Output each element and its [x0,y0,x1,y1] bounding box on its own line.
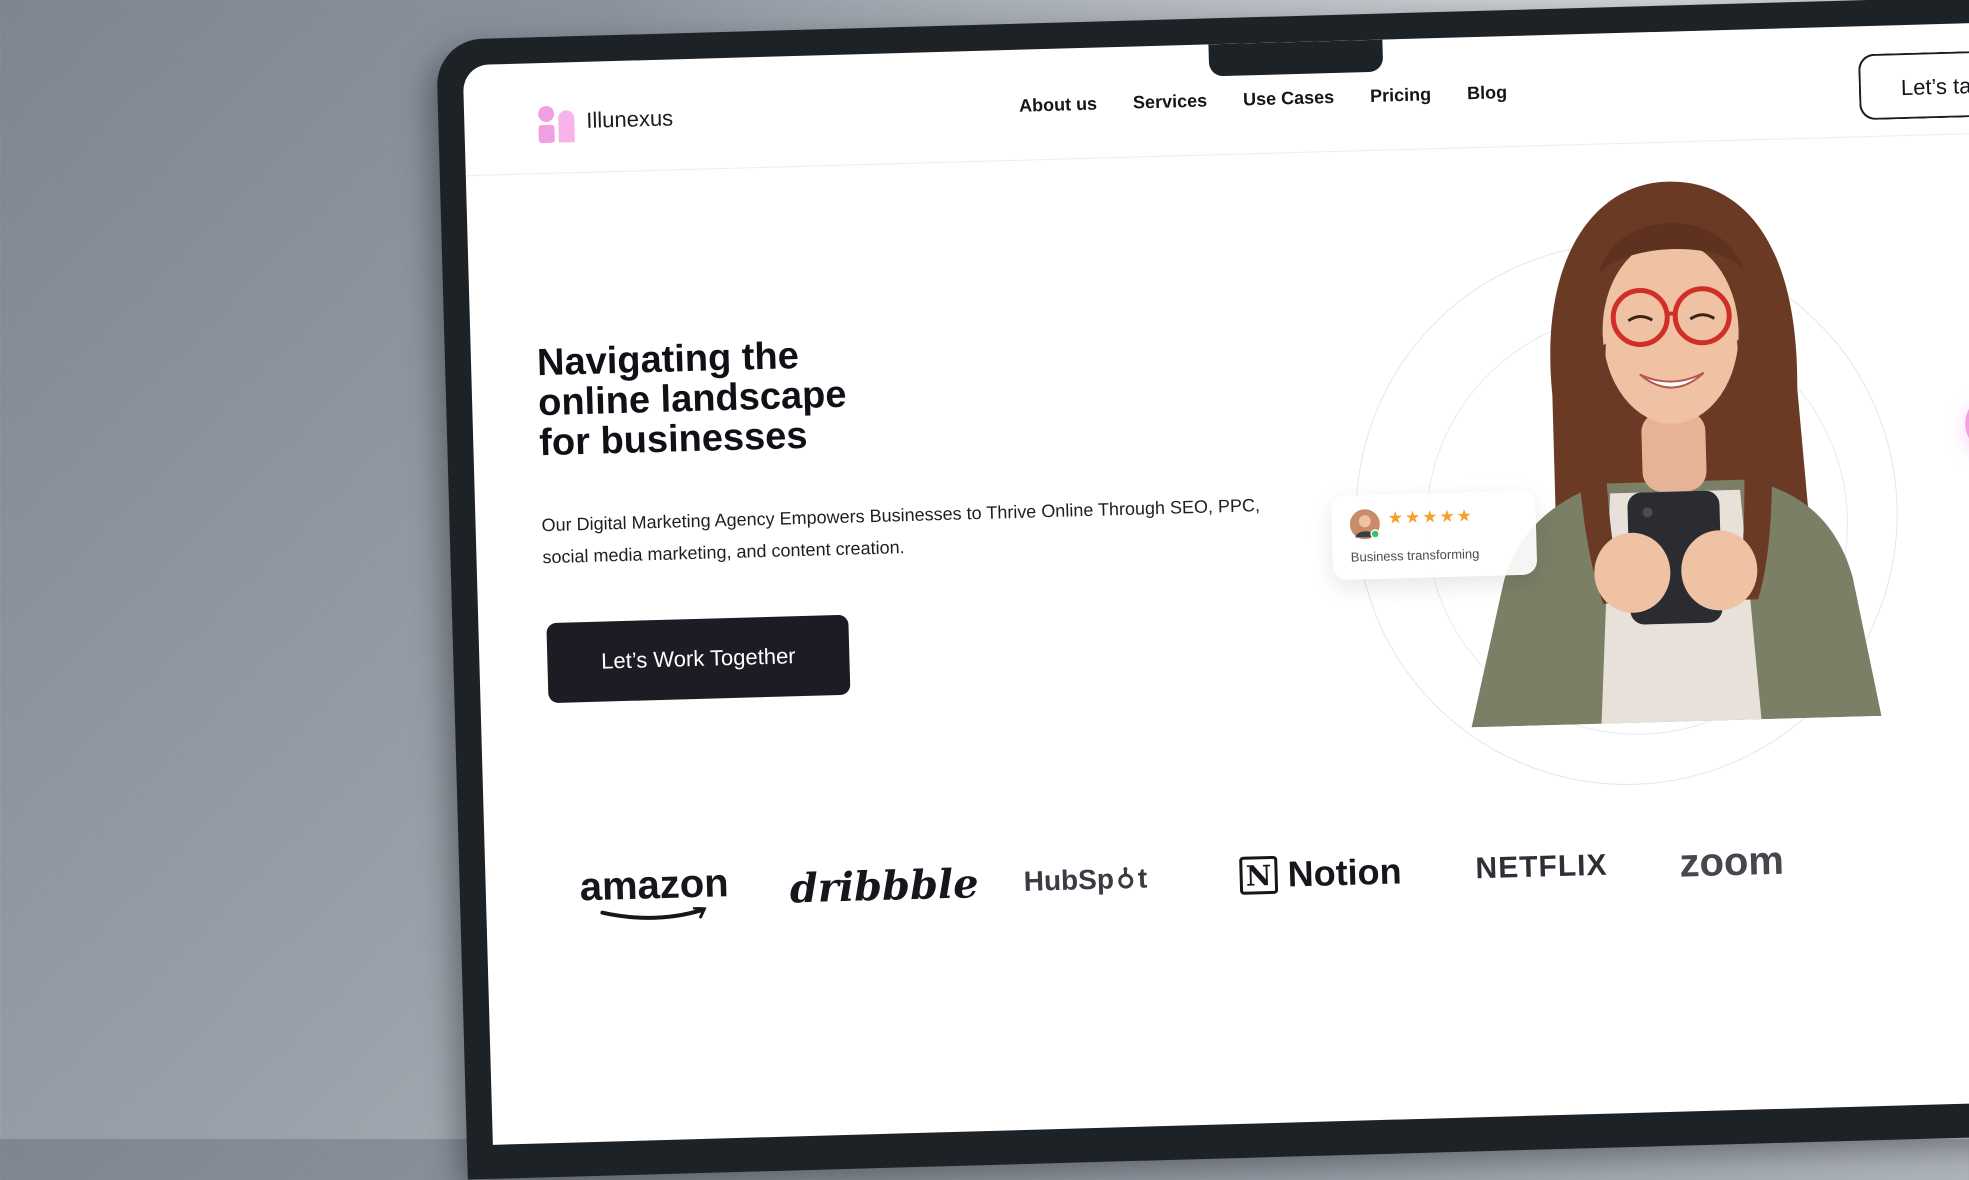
nav-item-about-us[interactable]: About us [1019,94,1098,117]
laptop-bezel: Illunexus About us Services Use Cases Pr… [436,0,1969,1180]
laptop-screen: Illunexus About us Services Use Cases Pr… [463,21,1969,1145]
amazon-logo: amazon [579,840,731,944]
hero-title-line-3: for businesses [539,415,808,464]
zoom-logo: zoom [1678,811,1785,914]
main-nav: About us Services Use Cases Pricing Blog [1019,82,1508,117]
hero-visual: ★★★★★ Business transforming [1326,151,1969,791]
camera-notch [1208,40,1383,77]
review-text: Business transforming [1351,546,1480,565]
hubspot-wordmark-end: t [1137,862,1147,894]
logo-text[interactable]: Illunexus [586,105,674,133]
hubspot-logo: HubSp t [1022,828,1148,931]
header-cta-button[interactable]: Let’s ta [1858,49,1969,121]
reviewer-avatar [1349,509,1380,540]
nav-item-blog[interactable]: Blog [1467,82,1508,104]
security-badge[interactable] [1964,392,1969,456]
rating-stars: ★★★★★ [1387,506,1474,528]
netflix-logo: NETFLIX [1474,816,1609,920]
woman-with-phone-photo [1396,155,1931,729]
hubspot-wordmark-start: HubSp [1023,863,1114,898]
dribbble-logo: dribbble [788,833,980,938]
brand-logo-strip: amazon dribbble HubSp t N Notion [555,802,1969,945]
nav-item-pricing[interactable]: Pricing [1370,84,1432,107]
hubspot-sprocket-icon [1114,867,1139,892]
nav-item-services[interactable]: Services [1133,90,1208,113]
hero-title: Navigating the online landscape for busi… [537,329,1060,463]
amazon-wordmark: amazon [579,861,729,910]
notion-wordmark: Notion [1287,850,1402,895]
hero-description: Our Digital Marketing Agency Empowers Bu… [541,488,1302,573]
nav-item-use-cases[interactable]: Use Cases [1243,87,1335,111]
logo-mark-icon[interactable] [536,104,581,145]
amazon-smile-icon [595,906,715,923]
review-card: ★★★★★ Business transforming [1331,490,1537,580]
work-together-button[interactable]: Let’s Work Together [546,615,850,703]
notion-mark-icon: N [1239,856,1278,895]
notion-logo: N Notion [1238,821,1403,925]
